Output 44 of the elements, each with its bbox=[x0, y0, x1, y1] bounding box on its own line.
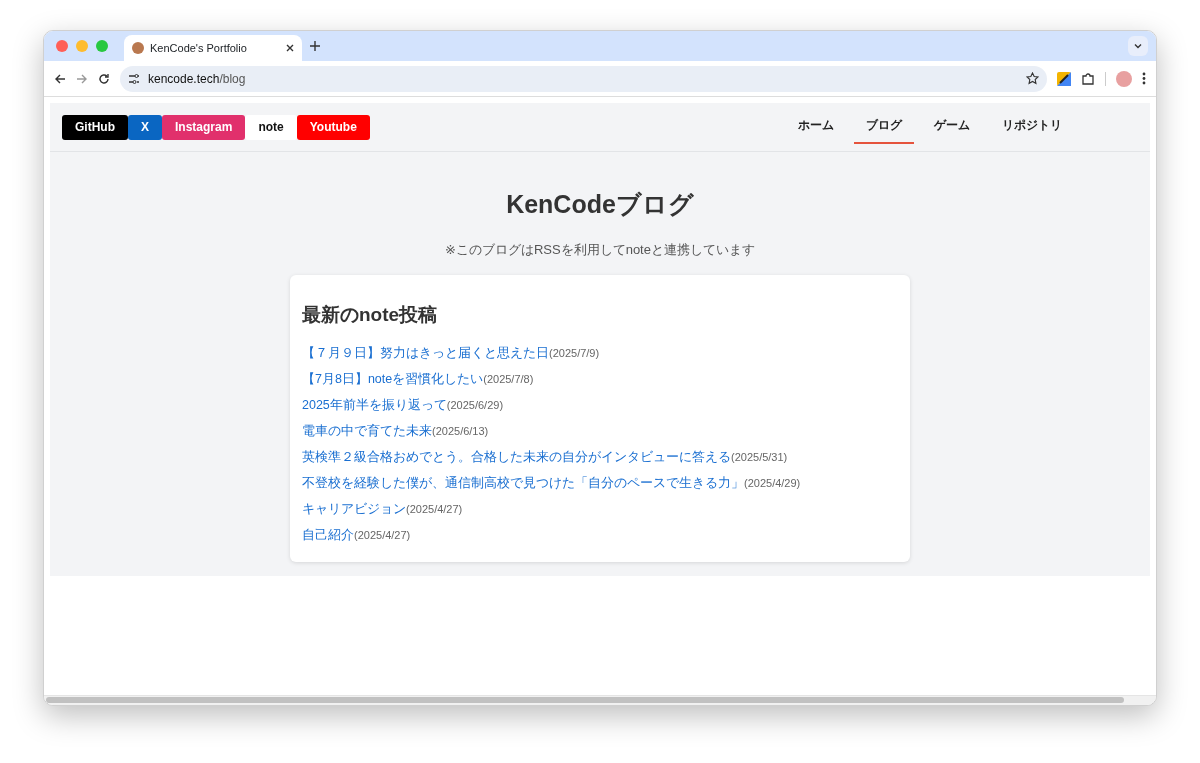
tab-title: KenCode's Portfolio bbox=[150, 40, 248, 56]
menu-icon[interactable] bbox=[1142, 72, 1146, 85]
post-link[interactable]: 不登校を経験した僕が、通信制高校で見つけた「自分のペースで生きる力」 bbox=[302, 475, 744, 490]
post-link[interactable]: 【7月8日】noteを習慣化したい bbox=[302, 371, 484, 386]
browser-tab[interactable]: KenCode's Portfolio bbox=[124, 35, 302, 61]
new-tab-icon[interactable] bbox=[310, 41, 320, 51]
post-date: (2025/4/29) bbox=[744, 476, 801, 489]
social-link[interactable]: Instagram bbox=[162, 114, 246, 140]
post-link[interactable]: 電車の中で育てた未来 bbox=[302, 423, 432, 438]
post-date: (2025/4/27) bbox=[406, 502, 463, 515]
nav-link[interactable]: ブログ bbox=[854, 110, 914, 144]
bookmark-star-icon[interactable] bbox=[1026, 72, 1039, 85]
reload-icon[interactable] bbox=[98, 72, 110, 85]
nav-link[interactable]: ゲーム bbox=[922, 110, 982, 144]
site-settings-icon[interactable] bbox=[128, 72, 140, 85]
post-link[interactable]: 英検準２級合格おめでとう。合格した未来の自分がインタビューに答える bbox=[302, 449, 731, 464]
post-date: (2025/7/9) bbox=[549, 346, 600, 359]
favicon-icon bbox=[132, 42, 144, 54]
colorful-extension-icon[interactable] bbox=[1057, 71, 1071, 86]
post-date: (2025/6/29) bbox=[446, 398, 504, 411]
post-link[interactable]: 自己紹介 bbox=[302, 527, 354, 542]
social-link[interactable]: GitHub bbox=[62, 114, 128, 140]
back-icon[interactable] bbox=[54, 72, 66, 85]
page-subtitle: ※このブログはRSSを利用してnoteと連携しています bbox=[445, 240, 755, 259]
post-date: (2025/7/8) bbox=[483, 372, 534, 385]
post-date: (2025/6/13) bbox=[432, 424, 489, 437]
nav-link[interactable]: リポジトリ bbox=[990, 110, 1074, 144]
post-date: (2025/4/27) bbox=[354, 528, 411, 541]
post-link[interactable]: キャリアビジョン bbox=[302, 501, 406, 516]
url-text: kencode.tech/blog bbox=[148, 70, 246, 88]
card-heading: 最新のnote投稿 bbox=[302, 303, 439, 327]
address-bar[interactable]: kencode.tech/blog bbox=[120, 65, 1047, 92]
post-date: (2025/5/31) bbox=[731, 450, 788, 463]
post-link[interactable]: 2025年前半を振り返って bbox=[302, 397, 447, 412]
tab-search-icon[interactable] bbox=[1128, 36, 1148, 56]
page-title: KenCodeブログ bbox=[506, 189, 694, 220]
forward-icon[interactable] bbox=[76, 72, 88, 85]
post-link[interactable]: 【７月９日】努力はきっと届くと思えた日 bbox=[302, 345, 549, 360]
social-link[interactable]: Youtube bbox=[296, 114, 370, 140]
nav-link[interactable]: ホーム bbox=[786, 110, 846, 144]
social-link[interactable]: X bbox=[128, 114, 162, 140]
social-link[interactable]: note bbox=[245, 114, 297, 140]
close-tab-icon[interactable] bbox=[286, 44, 294, 52]
horizontal-scrollbar[interactable] bbox=[46, 697, 1124, 703]
